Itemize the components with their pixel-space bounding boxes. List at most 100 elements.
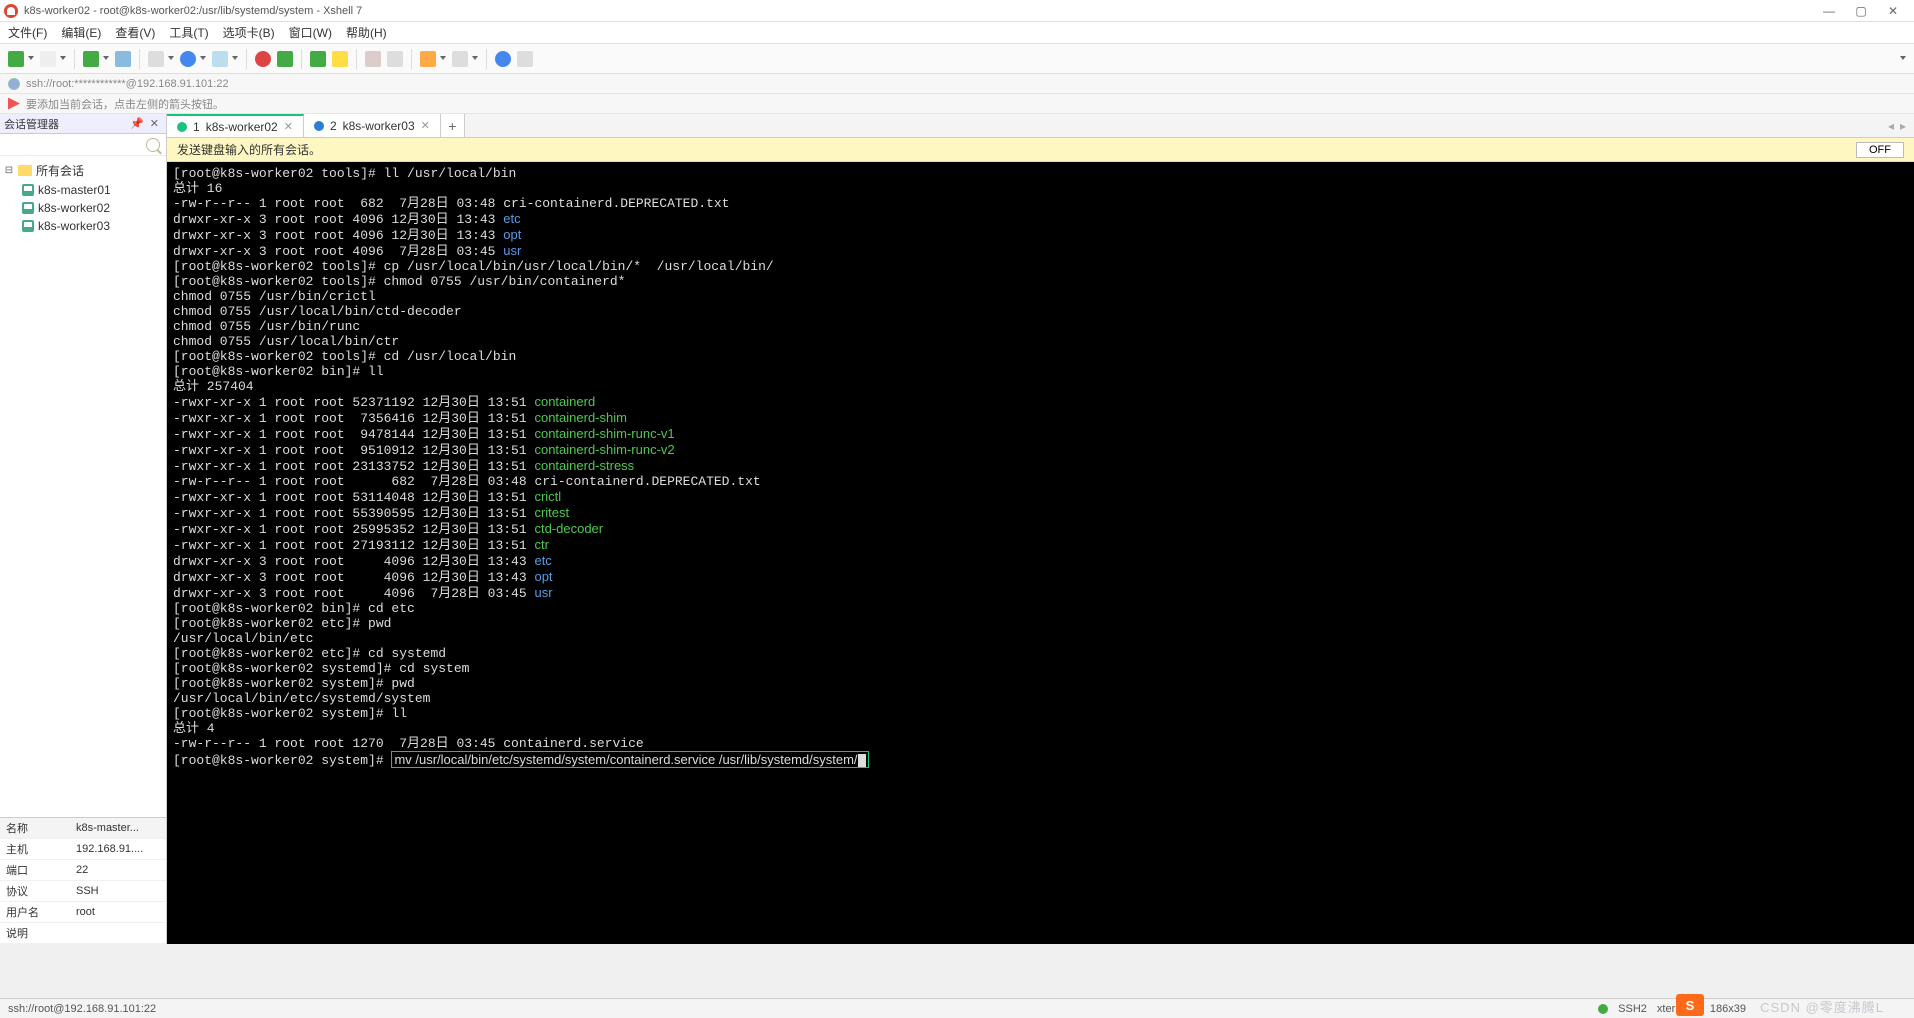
font-icon[interactable] — [212, 51, 228, 67]
session-item[interactable]: k8s-worker02 — [0, 199, 166, 217]
ime-icon[interactable]: S — [1676, 994, 1704, 1016]
record-icon[interactable] — [255, 51, 271, 67]
reconnect-icon[interactable] — [83, 51, 99, 67]
tree-root[interactable]: ⊟ 所有会话 — [0, 160, 166, 181]
menu-tools[interactable]: 工具(T) — [169, 24, 208, 41]
session-item[interactable]: k8s-worker03 — [0, 217, 166, 235]
dropdown-icon[interactable] — [232, 56, 238, 62]
tab-next-icon[interactable]: ▸ — [1900, 119, 1906, 133]
status-ssh: SSH2 — [1618, 1003, 1647, 1015]
about-icon[interactable] — [517, 51, 533, 67]
menu-file[interactable]: 文件(F) — [8, 24, 47, 41]
play-icon[interactable] — [277, 51, 293, 67]
prop-key: 用户名 — [0, 902, 70, 923]
tab-k8s-worker03[interactable]: 2 k8s-worker03 ✕ — [304, 114, 441, 137]
window-title: k8s-worker02 - root@k8s-worker02:/usr/li… — [24, 5, 362, 17]
separator — [486, 49, 487, 69]
prop-key: 端口 — [0, 860, 70, 881]
broadcast-strip: 发送键盘输入的所有会话。 OFF — [167, 138, 1914, 162]
session-item[interactable]: k8s-master01 — [0, 181, 166, 199]
globe-icon — [8, 78, 20, 90]
main-area: 会话管理器 📌 ✕ ⊟ 所有会话 k8s-master01 k8s-worker… — [0, 114, 1914, 944]
terminal[interactable]: [root@k8s-worker02 tools]# ll /usr/local… — [167, 162, 1914, 944]
dropdown-icon[interactable] — [472, 56, 478, 62]
content-area: 1 k8s-worker02 ✕ 2 k8s-worker03 ✕ + ◂ ▸ … — [167, 114, 1914, 944]
tab-num: 1 — [193, 120, 200, 134]
status-size: 186x39 — [1710, 1003, 1746, 1015]
titlebar: k8s-worker02 - root@k8s-worker02:/usr/li… — [0, 0, 1914, 22]
status-dot-icon — [1598, 1004, 1608, 1014]
session-label: k8s-worker02 — [38, 201, 110, 215]
tab-num: 2 — [330, 119, 337, 133]
prop-key: 协议 — [0, 881, 70, 902]
keyboard-icon[interactable] — [365, 51, 381, 67]
menu-tab[interactable]: 选项卡(B) — [223, 24, 275, 41]
session-manager-header: 会话管理器 📌 ✕ — [0, 114, 166, 134]
new-session-icon[interactable] — [8, 51, 24, 67]
session-icon[interactable] — [115, 51, 131, 67]
menu-window[interactable]: 窗口(W) — [289, 24, 332, 41]
minimize-button[interactable]: — — [1822, 4, 1836, 18]
session-icon — [22, 220, 34, 232]
tab-label: k8s-worker03 — [343, 119, 415, 133]
session-tabs: 1 k8s-worker02 ✕ 2 k8s-worker03 ✕ + ◂ ▸ — [167, 114, 1914, 138]
menu-view[interactable]: 查看(V) — [115, 24, 155, 41]
watermark: CSDN @零度沸腾L — [1760, 997, 1884, 1016]
window-controls: — ▢ ✕ — [1822, 4, 1910, 18]
app-icon — [4, 4, 18, 18]
prop-val: 192.168.91.... — [70, 839, 166, 860]
session-manager: 会话管理器 📌 ✕ ⊟ 所有会话 k8s-master01 k8s-worker… — [0, 114, 167, 944]
session-tree: ⊟ 所有会话 k8s-master01 k8s-worker02 k8s-wor… — [0, 156, 166, 817]
tab-prev-icon[interactable]: ◂ — [1888, 119, 1894, 133]
menu-help[interactable]: 帮助(H) — [346, 24, 387, 41]
session-icon — [22, 184, 34, 196]
prop-val: SSH — [70, 881, 166, 902]
lock-icon[interactable] — [332, 51, 348, 67]
dropdown-icon[interactable] — [200, 56, 206, 62]
broadcast-off-button[interactable]: OFF — [1856, 142, 1904, 158]
tab-add-button[interactable]: + — [441, 114, 465, 137]
dropdown-icon[interactable] — [168, 56, 174, 62]
tab-close-icon[interactable]: ✕ — [421, 119, 430, 132]
search-icon — [146, 138, 160, 152]
dropdown-icon[interactable] — [103, 56, 109, 62]
statusbar: ssh://root@192.168.91.101:22 SSH2 xterm … — [0, 998, 1914, 1018]
tip-text: 要添加当前会话，点击左侧的箭头按钮。 — [26, 96, 224, 112]
copy-icon[interactable] — [148, 51, 164, 67]
help-icon[interactable] — [495, 51, 511, 67]
tab-close-icon[interactable]: ✕ — [284, 120, 293, 133]
prop-val: root — [70, 902, 166, 923]
dropdown-icon[interactable] — [440, 56, 446, 62]
pin-icon[interactable]: 📌 — [127, 117, 147, 130]
separator — [356, 49, 357, 69]
separator — [74, 49, 75, 69]
folder-icon[interactable] — [420, 51, 436, 67]
prop-key: 主机 — [0, 839, 70, 860]
dropdown-icon[interactable] — [60, 56, 66, 62]
tab-nav: ◂ ▸ — [1880, 114, 1914, 137]
search-icon[interactable] — [387, 51, 403, 67]
toolbar-overflow-icon[interactable] — [1900, 56, 1906, 62]
close-button[interactable]: ✕ — [1886, 4, 1900, 18]
layout-icon[interactable] — [452, 51, 468, 67]
globe-icon[interactable] — [180, 51, 196, 67]
prop-key: 说明 — [0, 923, 70, 944]
separator — [246, 49, 247, 69]
menu-edit[interactable]: 编辑(E) — [61, 24, 101, 41]
address-text: ssh://root:************@192.168.91.101:2… — [26, 78, 229, 90]
props-header-name: 名称 — [0, 818, 70, 839]
status-connection: ssh://root@192.168.91.101:22 — [8, 1003, 156, 1015]
separator — [411, 49, 412, 69]
props-header-value: k8s-master... — [70, 818, 166, 839]
fullscreen-icon[interactable] — [310, 51, 326, 67]
close-icon[interactable]: ✕ — [147, 117, 162, 130]
broadcast-text: 发送键盘输入的所有会话。 — [177, 141, 321, 158]
session-label: k8s-master01 — [38, 183, 111, 197]
status-dot-icon — [177, 122, 187, 132]
session-search[interactable] — [0, 134, 166, 156]
dropdown-icon[interactable] — [28, 56, 34, 62]
collapse-icon[interactable]: ⊟ — [4, 165, 14, 176]
open-icon[interactable] — [40, 51, 56, 67]
tab-k8s-worker02[interactable]: 1 k8s-worker02 ✕ — [167, 114, 304, 137]
maximize-button[interactable]: ▢ — [1854, 4, 1868, 18]
